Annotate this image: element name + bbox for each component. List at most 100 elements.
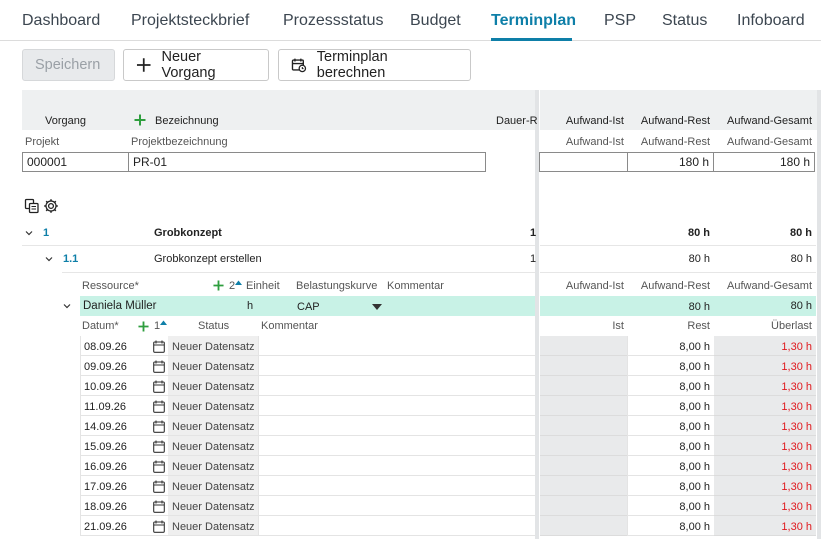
rest-cell[interactable]: 8,00 h <box>627 416 714 436</box>
rest-cell[interactable]: 8,00 h <box>627 496 714 516</box>
new-task-button[interactable]: Neuer Vorgang <box>123 49 269 81</box>
add-date-icon[interactable] <box>138 321 149 332</box>
tab-terminplan[interactable]: Terminplan <box>491 12 576 30</box>
project-aufwand-gesamt-field[interactable]: 180 h <box>713 152 815 172</box>
resource-name[interactable]: Daniela Müller <box>83 300 157 312</box>
comment-cell[interactable] <box>258 496 535 516</box>
ist-cell[interactable] <box>540 356 627 376</box>
gear-icon[interactable] <box>43 198 59 214</box>
ist-cell[interactable] <box>540 396 627 416</box>
task-1-1-dauer: 1 <box>530 253 537 265</box>
comment-cell[interactable] <box>258 396 535 416</box>
task-1-1-id[interactable]: 1.1 <box>63 253 78 265</box>
ist-cell[interactable] <box>540 496 627 516</box>
calendar-icon[interactable] <box>153 360 165 373</box>
chevron-down-icon[interactable] <box>63 302 71 310</box>
resource-column-aufwand-rest[interactable]: Aufwand-Rest <box>628 280 710 292</box>
tab-infoboard[interactable]: Infoboard <box>737 12 805 30</box>
column-header-bezeichnung[interactable]: Bezeichnung <box>155 115 219 127</box>
calendar-icon[interactable] <box>153 480 165 493</box>
tab-prozessstatus[interactable]: Prozessstatus <box>283 12 383 30</box>
task-1-id[interactable]: 1 <box>43 227 49 239</box>
ueberlast-cell: 1,30 h <box>714 516 816 536</box>
chevron-down-icon[interactable] <box>25 229 33 237</box>
project-aufwand-ist-field[interactable] <box>539 152 628 172</box>
column-header-rest[interactable]: Rest <box>628 320 710 332</box>
calendar-icon[interactable] <box>153 500 165 513</box>
column-header-status[interactable]: Status <box>198 320 229 332</box>
column-header-belastungskurve[interactable]: Belastungskurve <box>296 280 377 292</box>
calendar-icon[interactable] <box>153 460 165 473</box>
rest-cell[interactable]: 8,00 h <box>627 396 714 416</box>
ueberlast-cell: 1,30 h <box>714 436 816 456</box>
resource-column-aufwand-ist[interactable]: Aufwand-Ist <box>540 280 624 292</box>
comment-cell[interactable] <box>258 336 535 356</box>
comment-cell[interactable] <box>258 456 535 476</box>
column-header-dauer[interactable]: Dauer-R <box>496 115 538 127</box>
calendar-icon[interactable] <box>153 520 165 533</box>
rest-cell[interactable]: 8,00 h <box>627 456 714 476</box>
ueberlast-cell: 1,30 h <box>714 416 816 436</box>
rest-cell[interactable]: 8,00 h <box>627 376 714 396</box>
comment-cell[interactable] <box>258 376 535 396</box>
sort-up-icon[interactable] <box>235 280 242 285</box>
ist-cell[interactable] <box>540 336 627 356</box>
tab-budget[interactable]: Budget <box>410 12 461 30</box>
calendar-icon[interactable] <box>153 400 165 413</box>
column-header-aufwand-gesamt[interactable]: Aufwand-Gesamt <box>714 115 812 127</box>
chevron-down-icon[interactable] <box>45 255 53 263</box>
ist-cell[interactable] <box>540 456 627 476</box>
add-column-icon[interactable] <box>134 114 146 126</box>
add-resource-icon[interactable] <box>213 280 224 291</box>
status-cell: Neuer Datensatz <box>168 436 258 456</box>
column-header-kommentar[interactable]: Kommentar <box>387 280 444 292</box>
calendar-icon[interactable] <box>153 440 165 453</box>
rest-cell[interactable]: 8,00 h <box>627 356 714 376</box>
column-header-datum[interactable]: Datum* <box>82 320 119 332</box>
status-cell: Neuer Datensatz <box>168 476 258 496</box>
column-header-vorgang[interactable]: Vorgang <box>45 115 86 127</box>
comment-cell[interactable] <box>258 436 535 456</box>
sort-up-icon[interactable] <box>160 320 167 325</box>
calendar-icon[interactable] <box>153 340 165 353</box>
project-aufwand-rest-field[interactable]: 180 h <box>627 152 714 172</box>
comment-cell[interactable] <box>258 356 535 376</box>
ist-cell[interactable] <box>540 436 627 456</box>
resource-belastungskurve[interactable]: CAP <box>297 301 320 313</box>
calendar-icon[interactable] <box>153 420 165 433</box>
column-header-date-kommentar[interactable]: Kommentar <box>261 320 318 332</box>
comment-cell[interactable] <box>258 416 535 436</box>
rest-cell[interactable]: 8,00 h <box>627 336 714 356</box>
ist-cell[interactable] <box>540 516 627 536</box>
column-header-aufwand-ist[interactable]: Aufwand-Ist <box>540 115 624 127</box>
rest-cell[interactable]: 8,00 h <box>627 476 714 496</box>
rest-cell[interactable]: 8,00 h <box>627 516 714 536</box>
save-button[interactable]: Speichern <box>22 49 115 81</box>
right-scrollbar[interactable] <box>817 90 821 539</box>
tab-dashboard[interactable]: Dashboard <box>22 12 100 30</box>
tab-psp[interactable]: PSP <box>604 12 636 30</box>
rest-cell[interactable]: 8,00 h <box>627 436 714 456</box>
comment-cell[interactable] <box>258 516 535 536</box>
ist-cell[interactable] <box>540 476 627 496</box>
dropdown-caret-icon[interactable] <box>372 304 382 310</box>
projektbezeichnung-field[interactable]: PR-01 <box>128 152 486 172</box>
resource-einheit[interactable]: h <box>247 300 253 312</box>
projekt-field[interactable]: 000001 <box>22 152 129 172</box>
comment-cell[interactable] <box>258 476 535 496</box>
column-header-ressource[interactable]: Ressource* <box>82 280 139 292</box>
calendar-clock-icon <box>291 58 307 73</box>
calendar-icon[interactable] <box>153 380 165 393</box>
tab-status[interactable]: Status <box>662 12 707 30</box>
calculate-schedule-button[interactable]: Terminplan berechnen <box>278 49 471 81</box>
copy-icon[interactable] <box>24 198 40 214</box>
column-header-ist[interactable]: Ist <box>540 320 624 332</box>
ist-cell[interactable] <box>540 376 627 396</box>
ist-cell[interactable] <box>540 416 627 436</box>
column-header-ueberlast[interactable]: Überlast <box>714 320 812 332</box>
tab-projektsteckbrief[interactable]: Projektsteckbrief <box>131 12 249 30</box>
status-cell: Neuer Datensatz <box>168 396 258 416</box>
column-header-aufwand-rest[interactable]: Aufwand-Rest <box>628 115 710 127</box>
column-header-einheit[interactable]: Einheit <box>246 280 280 292</box>
resource-column-aufwand-gesamt[interactable]: Aufwand-Gesamt <box>714 280 812 292</box>
